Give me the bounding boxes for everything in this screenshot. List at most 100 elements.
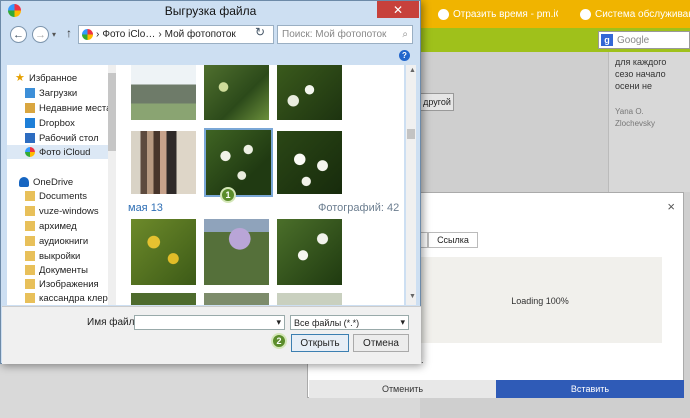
background-article: для каждого сезо начало осени не Yana O.… xyxy=(608,52,690,192)
breadcrumb-item[interactable]: Мой фотопоток xyxy=(165,29,236,40)
loading-status: Loading 100% xyxy=(511,296,569,306)
filename-input[interactable]: ▾ xyxy=(134,315,285,330)
grid-scroll-thumb[interactable] xyxy=(407,129,415,139)
chevron-down-icon[interactable]: ▾ xyxy=(276,317,281,328)
tab-label: Система обслуживания к… xyxy=(595,8,690,20)
photo-thumbnail[interactable] xyxy=(277,65,342,120)
photo-thumbnail[interactable] xyxy=(277,219,342,285)
sidebar-item-label: Dropbox xyxy=(39,117,75,129)
photo-thumbnail[interactable] xyxy=(277,131,342,194)
sidebar-item-label: аудиокниги xyxy=(39,235,89,247)
dropbox-icon xyxy=(25,118,35,128)
step-badge: 1 xyxy=(220,187,236,203)
file-type-value: Все файлы (*.*) xyxy=(294,317,360,328)
sidebar-folder[interactable]: архимед xyxy=(25,219,77,233)
browser-search-box[interactable]: g Google xyxy=(598,31,690,49)
tab-label: Отразить время - pm.iClo… xyxy=(453,8,558,20)
scroll-up-icon[interactable]: ▲ xyxy=(409,67,416,74)
sidebar-item-label: Рабочий стол xyxy=(39,132,99,144)
download-icon xyxy=(25,88,35,98)
breadcrumb-item[interactable]: Фото iClo… xyxy=(102,29,155,40)
sidebar-folder[interactable]: vuze-windows xyxy=(25,204,99,218)
sidebar-item-label: кассандра клер xyxy=(39,292,108,304)
navigation-bar: ← → ▾ ↑ › Фото iClo… › Мой фотопоток ↻ П… xyxy=(4,22,417,48)
address-bar[interactable]: › Фото iClo… › Мой фотопоток xyxy=(78,25,274,44)
cancel-button[interactable]: Отмена xyxy=(353,334,409,352)
icloud-photos-icon xyxy=(25,147,35,157)
modal-tab-link[interactable]: Ссылка xyxy=(428,232,478,248)
back-icon[interactable]: ← xyxy=(10,26,27,43)
sidebar-item-label: выкройки xyxy=(39,250,81,262)
onedrive-label: OneDrive xyxy=(33,176,74,188)
photo-thumbnail-selected[interactable] xyxy=(204,128,273,197)
help-icon[interactable]: ? xyxy=(399,50,410,61)
navigation-pane: ★ Избранное Загрузки Недавние места Dropb… xyxy=(7,65,108,305)
browser-tab[interactable]: Система обслуживания к… xyxy=(580,4,690,24)
sidebar-folder[interactable]: Documents xyxy=(25,189,87,203)
sidebar-item-label: Недавние места xyxy=(39,102,108,114)
photo-thumbnail[interactable] xyxy=(204,219,269,285)
star-icon: ★ xyxy=(15,72,25,84)
article-author: Yana O. Zlochevsky xyxy=(615,107,656,128)
favorites-label: Избранное xyxy=(29,72,78,84)
onedrive-header[interactable]: OneDrive xyxy=(19,175,73,189)
search-placeholder: Поиск: Мой фотопоток xyxy=(282,29,387,40)
browser-tab-bar: Отразить время - pm.iClo… Система обслуж… xyxy=(420,0,690,28)
chevron-down-icon[interactable]: ▾ xyxy=(400,317,405,328)
sidebar-item-label: Документы xyxy=(39,264,88,276)
sidebar-folder[interactable]: аудиокниги xyxy=(25,234,88,248)
sidebar-item-desktop[interactable]: Рабочий стол xyxy=(25,131,99,145)
up-arrow-icon[interactable]: ↑ xyxy=(66,26,72,40)
background-button[interactable]: другой xyxy=(420,93,454,111)
modal-insert-button[interactable]: Вставить xyxy=(496,380,684,398)
sidebar-item-label: архимед xyxy=(39,220,77,232)
browser-tab[interactable]: Отразить время - pm.iClo… xyxy=(438,4,558,24)
folder-icon xyxy=(25,293,35,303)
group-date-label: мая 13 xyxy=(128,202,163,214)
article-snippet: для каждого сезо начало осени не xyxy=(615,57,667,91)
sidebar-folder[interactable]: Изображения xyxy=(25,277,99,291)
open-button[interactable]: Открыть xyxy=(291,334,349,352)
sidebar-scroll-thumb[interactable] xyxy=(108,73,116,151)
sidebar-item-label: vuze-windows xyxy=(39,205,99,217)
folder-icon xyxy=(25,191,35,201)
file-type-select[interactable]: Все файлы (*.*) ▾ xyxy=(290,315,409,330)
folder-icon xyxy=(25,206,35,216)
sidebar-folder[interactable]: кассандра клер xyxy=(25,291,108,305)
close-button[interactable]: ✕ xyxy=(377,1,419,18)
modal-cancel-button[interactable]: Отменить xyxy=(309,380,496,398)
photo-thumbnail[interactable] xyxy=(131,293,196,305)
sidebar-item-recent[interactable]: Недавние места xyxy=(25,101,108,115)
folder-icon xyxy=(25,251,35,261)
photo-thumbnail[interactable] xyxy=(131,219,196,285)
photo-thumbnail[interactable] xyxy=(131,65,196,120)
dialog-title: Выгрузка файла xyxy=(164,4,257,18)
sidebar-item-downloads[interactable]: Загрузки xyxy=(25,86,77,100)
photo-thumbnail[interactable] xyxy=(204,65,269,120)
search-input[interactable]: Поиск: Мой фотопоток ⌕ xyxy=(277,25,413,44)
history-dropdown-icon[interactable]: ▾ xyxy=(52,30,56,39)
grid-scrollbar[interactable] xyxy=(406,65,416,305)
desktop-icon xyxy=(25,133,35,143)
refresh-icon[interactable]: ↻ xyxy=(255,25,265,39)
modal-close-icon[interactable]: × xyxy=(667,199,675,214)
folder-icon xyxy=(25,221,35,231)
sidebar-item-label: Documents xyxy=(39,190,88,202)
folder-icon xyxy=(25,236,35,246)
recent-places-icon xyxy=(25,103,35,113)
sidebar-item-icloud-photos[interactable]: Фото iCloud xyxy=(7,145,108,159)
forward-icon[interactable]: → xyxy=(32,26,49,43)
sidebar-folder[interactable]: выкройки xyxy=(25,249,80,263)
tab-favicon-icon xyxy=(580,8,591,20)
photo-thumbnail[interactable] xyxy=(277,293,342,305)
sidebar-item-dropbox[interactable]: Dropbox xyxy=(25,116,75,130)
sidebar-folder[interactable]: Документы xyxy=(25,263,88,277)
photo-thumbnail[interactable] xyxy=(131,131,196,194)
browser-search-placeholder: Google xyxy=(617,34,650,46)
scroll-down-icon[interactable]: ▼ xyxy=(409,293,416,300)
folder-icon xyxy=(25,279,35,289)
photo-thumbnail[interactable] xyxy=(204,293,269,305)
cloud-icon xyxy=(19,177,29,187)
chevron-right-icon: › xyxy=(96,29,100,40)
favorites-header[interactable]: ★ Избранное xyxy=(15,71,77,85)
